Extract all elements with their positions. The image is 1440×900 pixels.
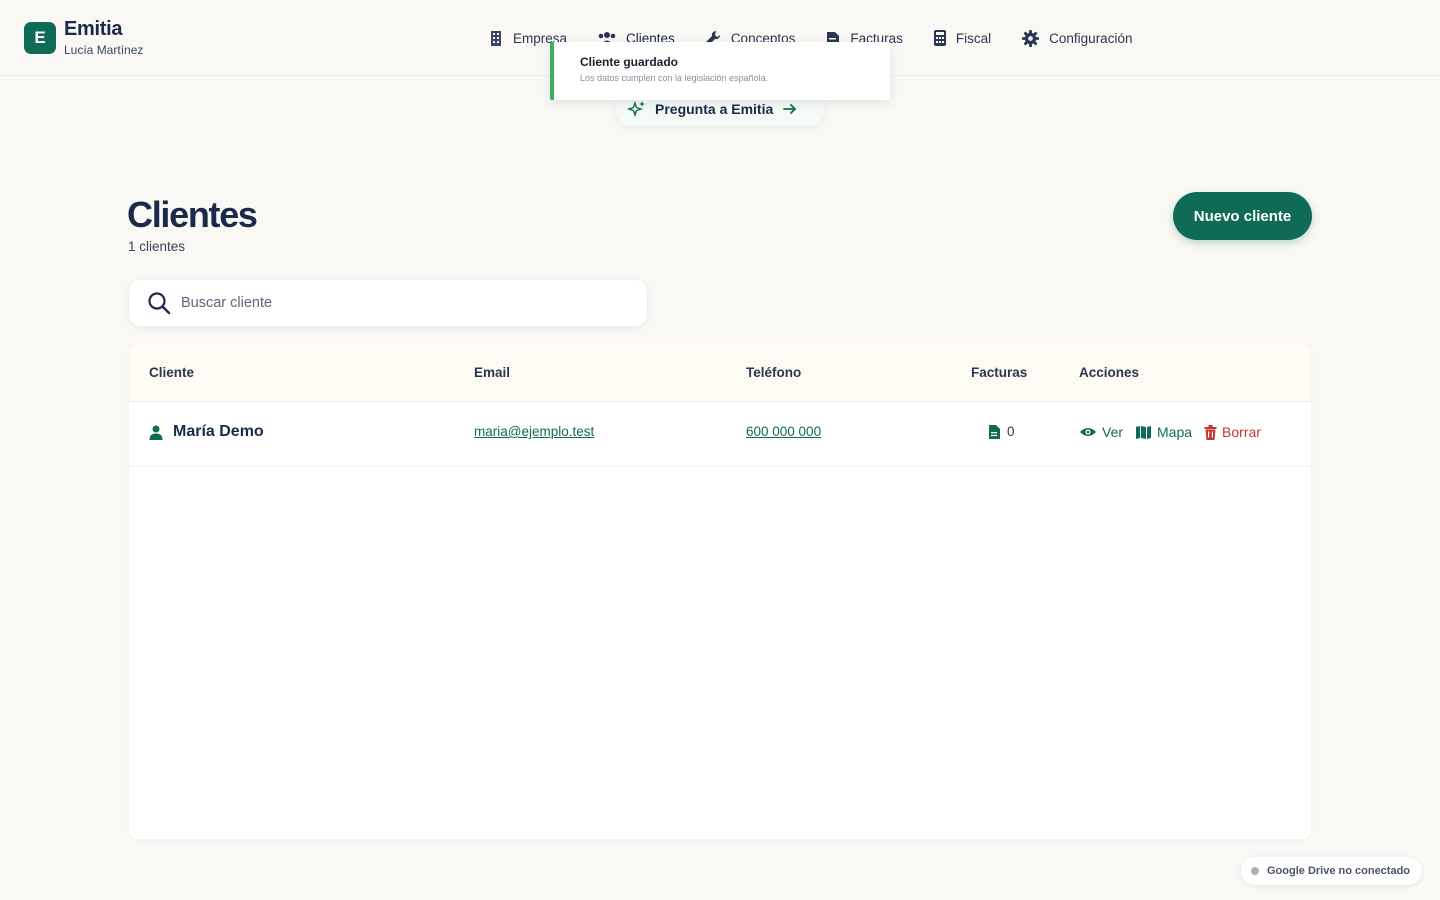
delete-label: Borrar	[1222, 424, 1261, 440]
view-button[interactable]: Ver	[1079, 424, 1123, 440]
drive-status-badge[interactable]: Google Drive no conectado	[1241, 857, 1422, 885]
page-title: Clientes	[127, 194, 258, 235]
nav-label: Fiscal	[955, 30, 992, 46]
nav-label: Configuración	[1049, 30, 1133, 46]
status-dot-icon	[1251, 867, 1259, 875]
nav-item-configuracion[interactable]: Configuración	[1021, 26, 1132, 50]
eye-icon	[1080, 428, 1096, 436]
gear-icon	[1022, 29, 1040, 47]
clients-table: Cliente Email Teléfono Facturas Acciones…	[129, 345, 1311, 839]
column-header-telefono[interactable]: Teléfono	[746, 365, 801, 380]
new-client-button[interactable]: Nuevo cliente	[1173, 192, 1312, 240]
toast-message: Los datos cumplen con la legislación esp…	[580, 73, 769, 83]
toast-notification: Cliente guardado Los datos cumplen con l…	[550, 42, 890, 100]
calculator-icon	[933, 30, 946, 46]
ask-label: Pregunta a Emitia	[655, 101, 774, 117]
table-header: Cliente Email Teléfono Facturas Acciones	[129, 345, 1311, 402]
user-icon	[149, 425, 163, 440]
column-header-cliente[interactable]: Cliente	[149, 365, 194, 380]
client-count: 1 clientes	[128, 239, 186, 254]
search-box	[129, 280, 647, 326]
map-icon	[1136, 425, 1152, 439]
table-row[interactable]: María Demo maria@ejemplo.test 600 000 00…	[129, 402, 1311, 467]
brand[interactable]: E Emitia Lucía Martínez	[24, 18, 143, 57]
client-cell: María Demo	[149, 423, 264, 441]
client-name[interactable]: María Demo	[173, 423, 264, 441]
phone-cell: 600 000 000	[746, 424, 821, 439]
map-button[interactable]: Mapa	[1135, 424, 1192, 440]
brand-name: Emitia	[64, 18, 123, 40]
nav-item-fiscal[interactable]: Fiscal	[933, 26, 991, 50]
delete-button[interactable]: Borrar	[1204, 424, 1261, 440]
view-label: Ver	[1102, 424, 1124, 440]
sparkles-icon	[627, 100, 645, 118]
column-header-acciones: Acciones	[1079, 365, 1140, 380]
phone-link[interactable]: 600 000 000	[746, 424, 821, 439]
column-header-facturas[interactable]: Facturas	[971, 365, 1027, 380]
column-header-email[interactable]: Email	[474, 365, 510, 380]
email-cell: maria@ejemplo.test	[474, 424, 594, 439]
trash-icon	[1204, 424, 1217, 440]
invoices-cell: 0	[989, 424, 1015, 439]
map-label: Mapa	[1157, 424, 1193, 440]
toast-title: Cliente guardado	[580, 55, 679, 69]
email-link[interactable]: maria@ejemplo.test	[474, 424, 594, 439]
logo: E	[24, 22, 56, 54]
actions-cell: Ver Mapa Borrar	[1079, 424, 1273, 440]
arrow-right-icon	[783, 104, 797, 114]
drive-status-label: Google Drive no conectado	[1267, 865, 1411, 877]
invoice-file-icon	[989, 424, 1000, 439]
search-icon	[148, 292, 171, 315]
search-input[interactable]	[181, 295, 601, 311]
invoice-count: 0	[1007, 424, 1015, 439]
user-name: Lucía Martínez	[64, 43, 144, 57]
building-icon	[491, 30, 501, 46]
